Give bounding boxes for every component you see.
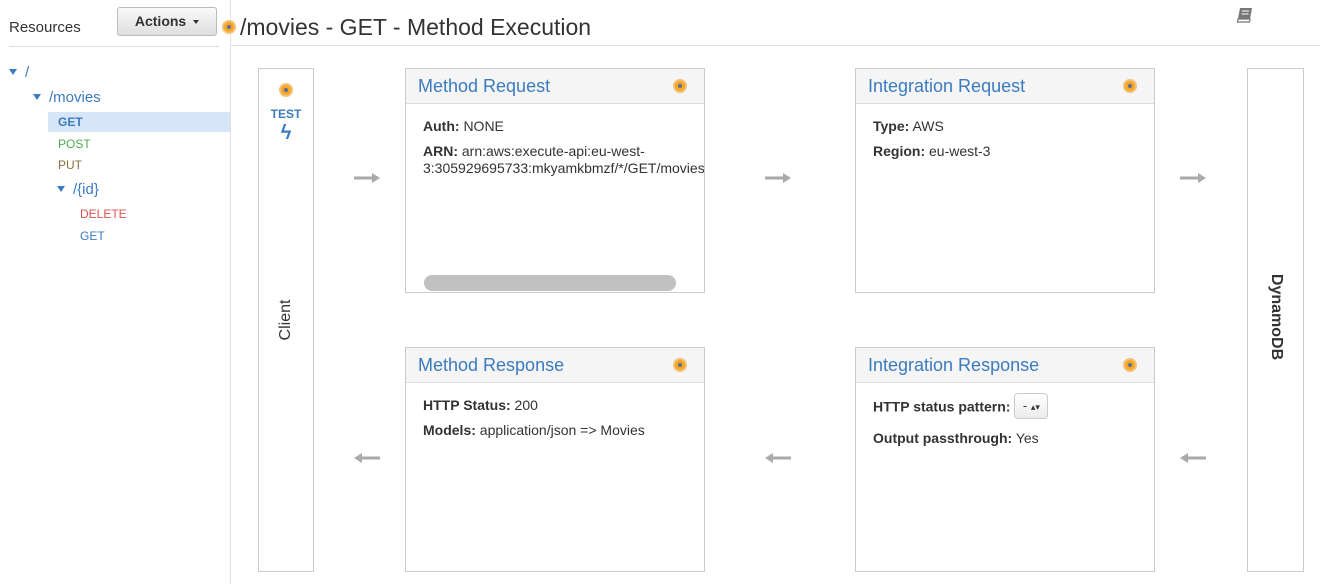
tree-item-movies-get[interactable]: GET [58,115,83,129]
resources-sidebar: Resources Actions / /movies GET POST PUT… [0,0,231,584]
page-title: /movies - GET - Method Execution [240,14,592,40]
http-status-label: HTTP Status: [423,397,511,413]
lightning-icon[interactable]: ϟ [259,122,313,145]
orange-resource-icon [673,358,687,372]
caret-down-icon [57,186,65,193]
scrollbar-thumb[interactable] [424,275,676,291]
http-status-value: 200 [514,397,538,413]
client-panel: TEST ϟ Client [258,68,314,572]
horizontal-scrollbar[interactable] [419,272,701,292]
type-label: Type: [873,118,910,134]
arrow-left-icon [765,453,791,463]
actions-button[interactable]: Actions [117,7,217,36]
auth-label: Auth: [423,118,460,134]
tree-root-label: / [25,64,30,81]
integration-response-header: Integration Response [856,348,1154,383]
tree-item-movies-post[interactable]: POST [58,137,91,151]
region-value: eu-west-3 [929,143,991,159]
arrow-right-icon [765,173,791,183]
auth-value: NONE [463,118,504,134]
passthrough-value: Yes [1015,430,1039,446]
tree-item-id-get[interactable]: GET [80,229,105,243]
method-request-header: Method Request [406,69,704,104]
actions-label: Actions [134,13,187,29]
orange-resource-icon [1123,358,1137,372]
caret-down-icon [33,94,41,101]
method-response-title[interactable]: Method Response [418,355,564,376]
tree-item-root[interactable]: / [9,64,29,81]
integration-response-card: Integration Response HTTP status pattern… [855,347,1155,572]
method-request-card: Method Request Auth: NONE ARN: arn:aws:e… [405,68,705,293]
test-link[interactable]: TEST [259,107,313,121]
models-value: application/json => Movies [479,422,645,438]
tree-movies-label: /movies [49,89,101,106]
tree-id-label: /{id} [73,181,99,198]
tree-item-id-delete[interactable]: DELETE [80,207,127,221]
caret-down-icon [193,20,200,25]
arrow-left-icon [1180,453,1206,463]
models-label: Models: [423,422,476,438]
arrow-left-icon [354,453,380,463]
integration-response-title[interactable]: Integration Response [868,355,1039,376]
tree-item-movies-put[interactable]: PUT [58,158,82,172]
status-pattern-select[interactable]: - ▴▾ [1014,393,1049,419]
orange-resource-icon [279,83,293,97]
arrow-right-icon [354,173,380,183]
arn-label: ARN: [423,143,458,159]
caret-down-icon [9,69,17,76]
arrow-right-icon [1180,173,1206,183]
method-response-card: Method Response HTTP Status: 200 Models:… [405,347,705,572]
client-label: Client [277,299,294,341]
tree-item-movies[interactable]: /movies [33,89,101,106]
header-divider [230,45,1320,46]
tree-item-id[interactable]: /{id} [57,181,99,198]
passthrough-label: Output passthrough: [873,430,1013,446]
stepper-icon: ▴▾ [1030,402,1040,412]
dynamodb-panel: DynamoDB [1247,68,1304,572]
orange-resource-icon [673,79,687,93]
dynamodb-label: DynamoDB [1268,273,1285,361]
book-icon[interactable] [1236,7,1254,23]
sidebar-divider [9,46,219,47]
integration-request-header: Integration Request [856,69,1154,104]
method-response-header: Method Response [406,348,704,383]
region-label: Region: [873,143,926,159]
integration-request-title[interactable]: Integration Request [868,76,1025,97]
orange-resource-icon [1123,79,1137,93]
method-request-title[interactable]: Method Request [418,76,550,97]
resources-title: Resources [9,19,81,36]
type-value: AWS [912,118,944,134]
status-pattern-label: HTTP status pattern: [873,398,1011,415]
status-pattern-value: - [1022,398,1028,413]
arn-value: arn:aws:execute-api:eu-west-3:3059296957… [423,143,705,176]
orange-resource-icon [222,20,236,34]
integration-request-card: Integration Request Type: AWS Region: eu… [855,68,1155,293]
